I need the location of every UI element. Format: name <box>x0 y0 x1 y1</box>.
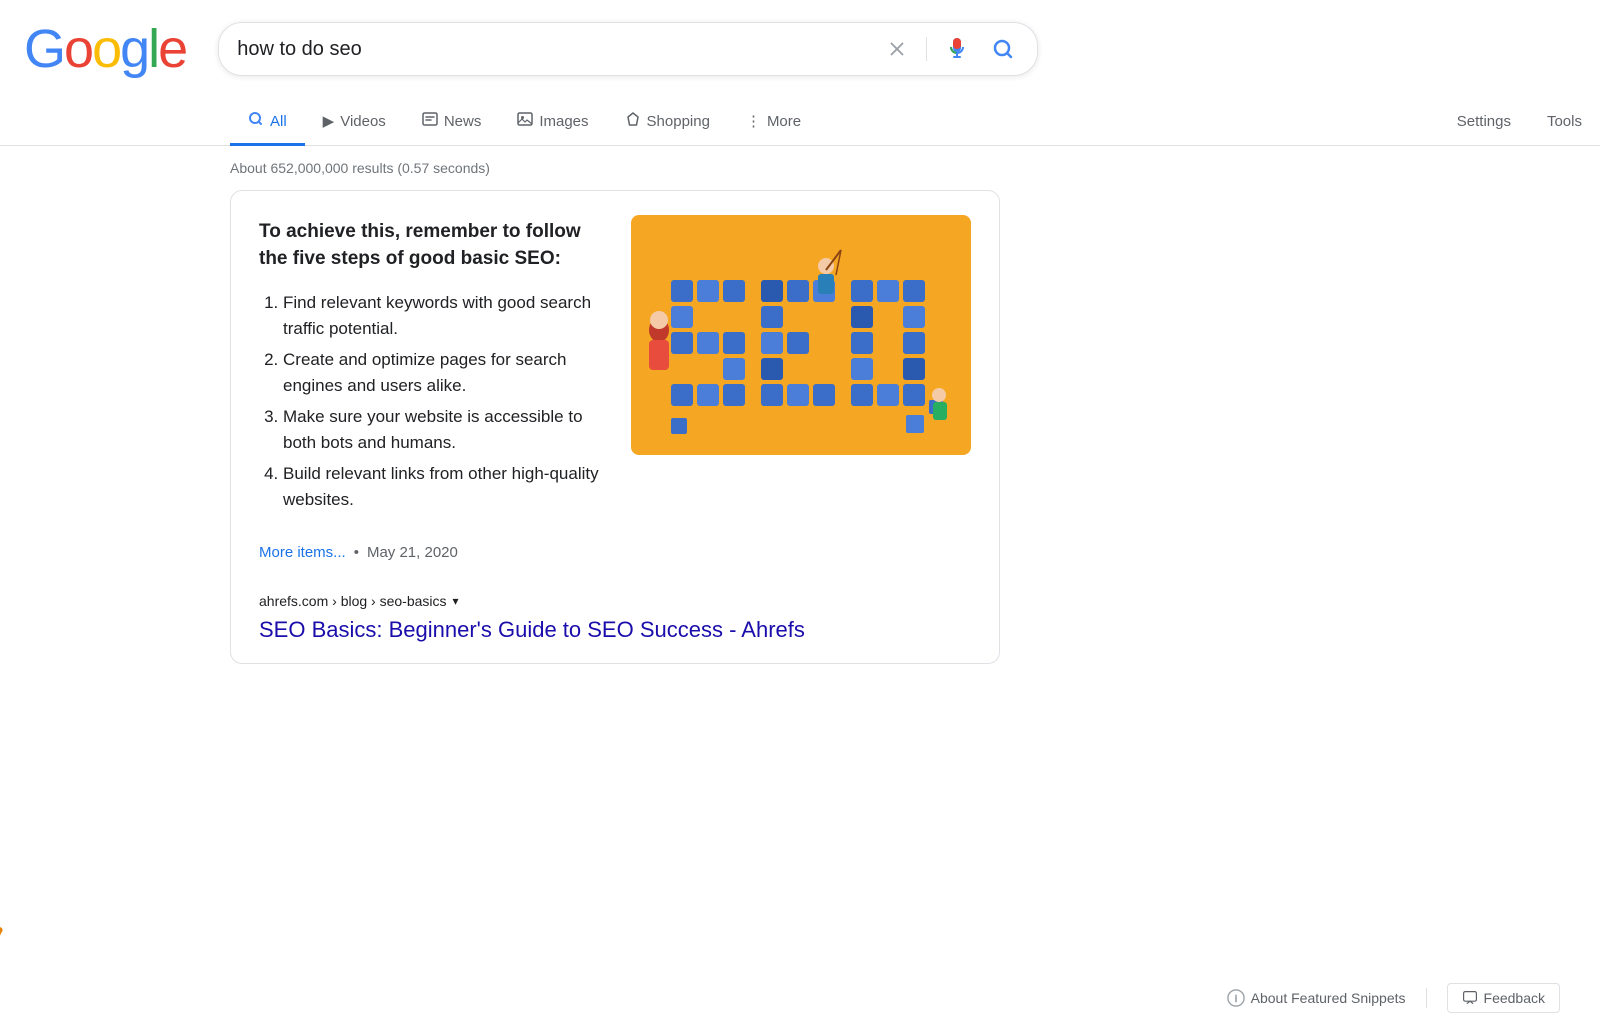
snippet-list: Find relevant keywords with good search … <box>259 290 607 512</box>
tab-videos[interactable]: ▶ Videos <box>305 100 404 145</box>
results-count: About 652,000,000 results (0.57 seconds) <box>0 146 1600 190</box>
google-logo: Google <box>24 18 186 80</box>
bottom-bar: About Featured Snippets Feedback <box>0 969 1600 1027</box>
search-submit-button[interactable] <box>987 33 1019 65</box>
list-item: Make sure your website is accessible to … <box>283 404 607 455</box>
tools-link[interactable]: Tools <box>1529 101 1600 145</box>
result-title-link[interactable]: SEO Basics: Beginner's Guide to SEO Succ… <box>259 617 971 663</box>
snippet-content: To achieve this, remember to follow the … <box>259 219 971 579</box>
search-bar[interactable]: how to do seo <box>218 22 1038 76</box>
header: Google how to do seo <box>0 0 1600 80</box>
tab-more-label: More <box>767 113 801 130</box>
main-content: To achieve this, remember to follow the … <box>0 190 1000 664</box>
tab-videos-label: Videos <box>340 113 386 130</box>
feedback-button[interactable]: Feedback <box>1447 983 1560 1013</box>
nav-tabs: All ▶ Videos News Images Shopp <box>0 86 1600 146</box>
snippet-footer: More items... • May 21, 2020 <box>259 530 607 579</box>
snippet-date: May 21, 2020 <box>367 544 458 561</box>
tab-shopping-label: Shopping <box>647 113 710 130</box>
search-input[interactable]: how to do seo <box>237 38 870 61</box>
info-icon <box>1227 989 1245 1007</box>
footer-dot: • <box>354 544 359 561</box>
source-breadcrumb: ahrefs.com › blog › seo-basics <box>259 593 447 609</box>
tab-all-label: All <box>270 113 287 130</box>
feedback-label: Feedback <box>1484 990 1545 1006</box>
settings-link[interactable]: Settings <box>1439 101 1529 145</box>
tab-news-label: News <box>444 113 482 130</box>
more-icon: ⋮ <box>746 112 761 130</box>
snippet-text: To achieve this, remember to follow the … <box>259 219 607 579</box>
featured-snippet: To achieve this, remember to follow the … <box>230 190 1000 664</box>
list-item: Build relevant links from other high-qua… <box>283 461 607 512</box>
about-snippets-label: About Featured Snippets <box>1251 990 1406 1006</box>
images-icon <box>517 111 533 131</box>
tab-news[interactable]: News <box>404 99 500 146</box>
source-dropdown-icon[interactable]: ▾ <box>453 594 459 608</box>
annotation-arrow <box>0 730 50 965</box>
feedback-icon <box>1462 990 1478 1006</box>
videos-icon: ▶ <box>323 112 335 130</box>
bottom-divider <box>1426 988 1427 1008</box>
news-icon <box>422 111 438 131</box>
list-item: Find relevant keywords with good search … <box>283 290 607 341</box>
tab-images[interactable]: Images <box>499 99 606 146</box>
more-items-link[interactable]: More items... <box>259 544 346 561</box>
snippet-title: To achieve this, remember to follow the … <box>259 219 607 272</box>
about-snippets[interactable]: About Featured Snippets <box>1227 989 1406 1007</box>
voice-search-button[interactable] <box>941 33 973 65</box>
seo-illustration <box>631 215 971 455</box>
snippet-source: ahrefs.com › blog › seo-basics ▾ <box>259 579 971 617</box>
list-item: Create and optimize pages for search eng… <box>283 347 607 398</box>
shopping-icon <box>625 111 641 131</box>
tab-images-label: Images <box>539 113 588 130</box>
clear-button[interactable] <box>882 34 912 64</box>
tab-more[interactable]: ⋮ More <box>728 100 819 145</box>
all-icon <box>248 111 264 131</box>
tab-all[interactable]: All <box>230 99 305 146</box>
search-icons <box>882 33 1019 65</box>
search-divider <box>926 37 927 61</box>
tab-shopping[interactable]: Shopping <box>607 99 728 146</box>
nav-right: Settings Tools <box>1439 100 1600 144</box>
